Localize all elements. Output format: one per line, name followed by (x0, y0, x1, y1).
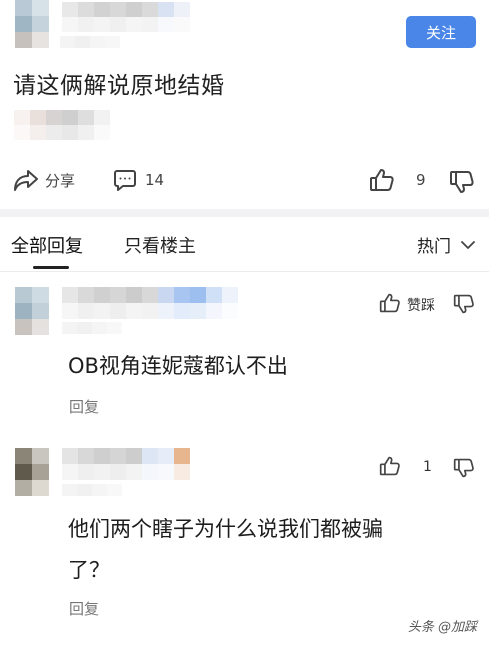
tab-all-replies[interactable]: 全部回复 (11, 232, 83, 258)
share-label: 分享 (45, 171, 76, 190)
share-arrow-icon (13, 168, 39, 192)
comment-count: 14 (145, 171, 165, 189)
reply-button[interactable]: 回复 (69, 598, 99, 619)
follow-button[interactable]: 关注 (406, 16, 476, 48)
watermark: 头条 @加踩 (407, 620, 477, 635)
comment-avatar[interactable] (15, 448, 49, 496)
like-count: 9 (416, 171, 426, 189)
comment-tabs: 全部回复 只看楼主 热门 (0, 222, 489, 272)
dislike-button[interactable] (449, 169, 475, 195)
comment-like-button[interactable]: 赞踩 (379, 292, 435, 318)
comment-button[interactable]: 14 (113, 168, 164, 192)
section-divider (0, 209, 489, 217)
comment-dislike-button[interactable] (453, 293, 475, 319)
post-source-tag (14, 110, 114, 140)
thumbs-up-icon (379, 455, 401, 481)
thumbs-up-icon (369, 167, 395, 193)
share-button[interactable]: 分享 (13, 168, 75, 192)
thumbs-down-icon (453, 293, 475, 319)
chevron-down-icon (461, 235, 475, 255)
comment-avatar[interactable] (15, 287, 49, 335)
tab-active-indicator (33, 266, 69, 269)
comment-text-line-1: 他们两个瞎子为什么说我们都被骗 (68, 517, 383, 541)
comment-dislike-button[interactable] (453, 457, 475, 483)
sort-label: 热门 (417, 237, 451, 257)
thumbs-up-icon (379, 292, 401, 318)
comment-bubble-icon (113, 168, 137, 192)
comment-meta (62, 484, 122, 496)
thumbs-down-icon (453, 457, 475, 483)
thumbs-down-icon (449, 169, 475, 195)
like-button[interactable] (369, 167, 395, 193)
post-avatar[interactable] (15, 0, 49, 48)
comment-text: OB视角连妮蔻都认不出 (68, 354, 288, 378)
reply-button[interactable]: 回复 (69, 396, 99, 417)
post-action-bar: 分享 14 9 (0, 164, 489, 198)
comment-like-count: 1 (423, 459, 432, 475)
tabs-divider (0, 271, 489, 272)
tab-author-only[interactable]: 只看楼主 (124, 232, 196, 258)
comment-meta (62, 322, 122, 334)
comment-text-line-2: 了？ (68, 558, 110, 582)
post-username[interactable] (62, 2, 192, 32)
post-text: 请这俩解说原地结婚 (13, 73, 225, 99)
comment-like-button[interactable] (379, 455, 401, 481)
sort-dropdown[interactable]: 热门 (417, 232, 475, 257)
post-meta (60, 36, 120, 48)
comment-username[interactable] (62, 287, 240, 319)
comment-username[interactable] (62, 448, 192, 480)
comment-like-label: 赞踩 (407, 298, 435, 314)
